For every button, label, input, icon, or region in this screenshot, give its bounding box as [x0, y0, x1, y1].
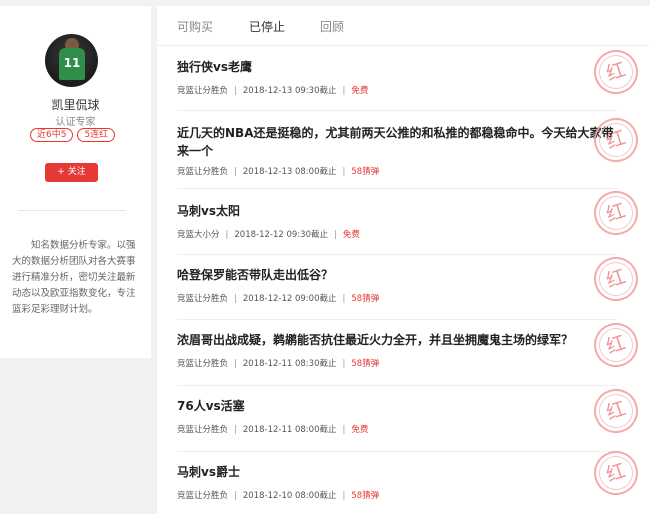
- article-meta: 竞篮让分胜负 | 2018-12-10 08:00截止 | 58猜弹: [177, 491, 380, 501]
- article-item[interactable]: 马刺vs太阳 竞篮大小分 | 2018-12-12 09:30截止 | 免费 红: [177, 185, 650, 254]
- article-title[interactable]: 76人vs活塞: [177, 397, 617, 415]
- avatar-jersey-number: 11: [63, 56, 81, 70]
- expert-tags: 近6中5 5连红: [30, 128, 116, 142]
- divider: [18, 210, 126, 211]
- divider: [177, 188, 617, 189]
- article-price: 免费: [351, 86, 369, 96]
- expert-name: 凯里侃球: [51, 98, 100, 112]
- expert-title: 认证专家: [55, 117, 96, 128]
- article-price: 免费: [351, 425, 369, 435]
- tab-stopped[interactable]: 已停止: [249, 18, 285, 35]
- article-title[interactable]: 浓眉哥出战成疑，鹈鹕能否抗住最近火力全开，并且坐拥魔鬼主场的绿军？: [177, 331, 617, 349]
- tab-bar: 可购买 已停止 回顾: [157, 6, 650, 46]
- article-item[interactable]: 哈登保罗能否带队走出低谷？ 竞篮让分胜负 | 2018-12-12 09:00截止 |…: [177, 251, 650, 319]
- articles-panel: 可购买 已停止 回顾 独行侠vs老鹰 竞篮让分胜负 | 2018-12-13 09:…: [157, 6, 650, 514]
- article-title[interactable]: 马刺vs太阳: [177, 202, 617, 220]
- article-price: 58猜弹: [351, 167, 380, 177]
- win-stamp-icon: 红: [588, 383, 644, 439]
- article-meta: 竞篮大小分 | 2018-12-12 09:30截止 | 免费: [177, 230, 360, 240]
- win-stamp-icon: 红: [588, 251, 644, 307]
- article-title[interactable]: 近几天的NBA还是挺稳的，尤其前两天公推的和私推的都稳稳命中。今天给大家带来一个: [177, 124, 617, 160]
- article-item[interactable]: 近几天的NBA还是挺稳的，尤其前两天公推的和私推的都稳稳命中。今天给大家带来一个…: [177, 110, 650, 188]
- article-deadline: 2018-12-11 08:30截止: [242, 359, 337, 369]
- divider: [177, 110, 617, 111]
- expert-description: 知名数据分析专家。以强大的数据分析团队对各大赛事进行精准分析，密切关注最新动态以…: [12, 240, 136, 315]
- tab-purchasable[interactable]: 可购买: [177, 18, 213, 35]
- follow-button[interactable]: + 关注: [45, 163, 98, 182]
- record-tag: 近6中5: [30, 128, 74, 142]
- article-title[interactable]: 独行侠vs老鹰: [177, 58, 617, 76]
- article-meta: 竞篮让分胜负 | 2018-12-11 08:30截止 | 58猜弹: [177, 359, 380, 369]
- article-item[interactable]: 76人vs活塞 竞篮让分胜负 | 2018-12-11 08:00截止 | 免费 红: [177, 383, 650, 451]
- article-type: 竞篮大小分: [177, 230, 220, 240]
- article-price: 58猜弹: [351, 491, 380, 501]
- article-item[interactable]: 浓眉哥出战成疑，鹈鹕能否抗住最近火力全开，并且坐拥魔鬼主场的绿军？ 竞篮让分胜负…: [177, 317, 650, 385]
- article-type: 竞篮让分胜负: [177, 359, 229, 369]
- article-price: 58猜弹: [351, 294, 380, 304]
- avatar[interactable]: 11: [45, 34, 98, 87]
- article-deadline: 2018-12-12 09:00截止: [242, 294, 337, 304]
- article-type: 竞篮让分胜负: [177, 86, 229, 96]
- expert-profile-card: 11 凯里侃球 认证专家 近6中5 5连红 + 关注 知名数据分析专家。以强大的…: [0, 6, 151, 358]
- tab-review[interactable]: 回顾: [320, 18, 344, 35]
- divider: [177, 319, 617, 320]
- article-meta: 竞篮让分胜负 | 2018-12-11 08:00截止 | 免费: [177, 425, 369, 435]
- win-stamp-icon: 红: [588, 185, 644, 241]
- win-stamp-icon: 红: [588, 445, 644, 501]
- win-stamp-icon: 红: [588, 317, 644, 373]
- article-price: 免费: [342, 230, 360, 240]
- divider: [177, 385, 617, 386]
- win-stamp-icon: 红: [588, 44, 644, 100]
- article-type: 竞篮让分胜负: [177, 425, 229, 435]
- article-meta: 竞篮让分胜负 | 2018-12-13 09:30截止 | 免费: [177, 86, 369, 96]
- article-meta: 竞篮让分胜负 | 2018-12-12 09:00截止 | 58猜弹: [177, 294, 380, 304]
- article-title[interactable]: 马刺vs爵士: [177, 463, 617, 481]
- article-deadline: 2018-12-12 09:30截止: [234, 230, 328, 240]
- article-type: 竞篮让分胜负: [177, 167, 229, 177]
- article-price: 58猜弹: [351, 359, 380, 369]
- article-type: 竞篮让分胜负: [177, 491, 229, 501]
- streak-tag: 5连红: [77, 128, 116, 142]
- article-title[interactable]: 哈登保罗能否带队走出低谷？: [177, 266, 617, 284]
- article-item[interactable]: 马刺vs爵士 竞篮让分胜负 | 2018-12-10 08:00截止 | 58猜弹 红: [177, 445, 650, 514]
- article-item[interactable]: 独行侠vs老鹰 竞篮让分胜负 | 2018-12-13 09:30截止 | 免费 红: [177, 44, 650, 110]
- article-deadline: 2018-12-10 08:00截止: [242, 491, 337, 501]
- article-deadline: 2018-12-13 08:00截止: [242, 167, 337, 177]
- divider: [177, 451, 617, 452]
- article-deadline: 2018-12-11 08:00截止: [242, 425, 337, 435]
- divider: [177, 254, 617, 255]
- article-meta: 竞篮让分胜负 | 2018-12-13 08:00截止 | 58猜弹: [177, 167, 380, 177]
- article-deadline: 2018-12-13 09:30截止: [242, 86, 337, 96]
- article-type: 竞篮让分胜负: [177, 294, 229, 304]
